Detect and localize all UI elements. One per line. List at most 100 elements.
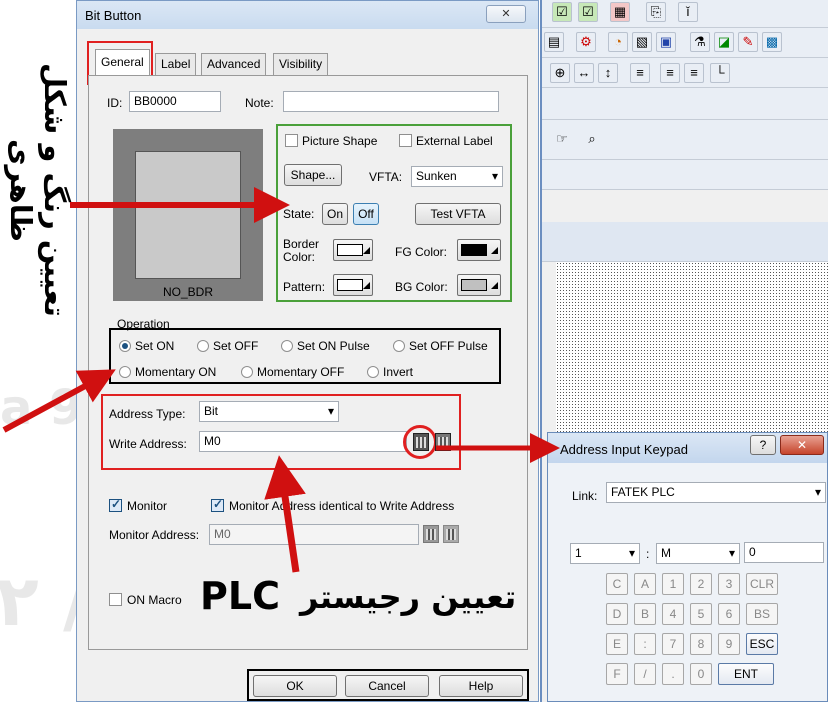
pattern-label: Pattern:	[283, 280, 326, 294]
device-select[interactable]: M	[656, 543, 740, 564]
keypad-help-button[interactable]: ?	[750, 435, 776, 455]
key-6[interactable]: 6	[718, 603, 740, 625]
picture-shape-label: Picture Shape	[302, 134, 378, 148]
toolbar-icon[interactable]: ⎘	[646, 2, 666, 22]
key-x[interactable]: .	[662, 663, 684, 685]
tab-advanced[interactable]: Advanced	[201, 53, 267, 75]
key-2[interactable]: 2	[690, 573, 712, 595]
toolbar-icon[interactable]: ☞	[552, 130, 572, 150]
keypad-titlebar: Address Input Keypad ? ✕	[548, 433, 827, 463]
address-type-select[interactable]: Bit	[199, 401, 339, 422]
tag-icon[interactable]	[435, 433, 451, 451]
panel-header	[542, 222, 828, 262]
write-address-field[interactable]: M0	[199, 431, 407, 452]
radio-set-on-pulse[interactable]	[281, 340, 293, 352]
key-ent[interactable]: ENT	[718, 663, 774, 685]
radio-momentary-on[interactable]	[119, 366, 131, 378]
keypad-title: Address Input Keypad	[560, 442, 688, 457]
station-select[interactable]: 1	[570, 543, 640, 564]
toolbar-icon[interactable]: ⊕	[550, 63, 570, 83]
toolbar-icon[interactable]: ◔	[608, 32, 628, 52]
key-4[interactable]: 4	[662, 603, 684, 625]
keypad-close-button[interactable]: ✕	[780, 435, 824, 455]
key-7[interactable]: 7	[662, 633, 684, 655]
shape-button[interactable]: Shape...	[284, 164, 342, 186]
toolbar-icon[interactable]: └	[710, 63, 730, 83]
key-esc[interactable]: ESC	[746, 633, 778, 655]
monitor-label: Monitor	[127, 499, 168, 513]
toolbar-icon[interactable]: ≡	[660, 63, 680, 83]
key-d[interactable]: D	[606, 603, 628, 625]
monitor-address-field: M0	[209, 524, 419, 545]
key-x[interactable]: :	[634, 633, 656, 655]
key-f[interactable]: F	[606, 663, 628, 685]
toolbar-icon[interactable]: ◪	[714, 32, 734, 52]
id-field[interactable]: BB0000	[129, 91, 221, 112]
border-color-label: Border Color:	[283, 237, 320, 264]
key-0[interactable]: 0	[690, 663, 712, 685]
toolbar-icon[interactable]: ↔	[574, 63, 594, 83]
toolbar-icon[interactable]: ⚙	[576, 32, 596, 52]
close-button[interactable]: ✕	[486, 5, 526, 23]
state-off-button[interactable]: Off	[353, 203, 379, 225]
key-b[interactable]: B	[634, 603, 656, 625]
note-field[interactable]	[283, 91, 499, 112]
toolbar-icon[interactable]: ▤	[544, 32, 564, 52]
radio-set-on[interactable]	[119, 340, 131, 352]
radio-set-off-pulse[interactable]	[393, 340, 405, 352]
external-label-checkbox[interactable]	[399, 134, 412, 147]
tab-label[interactable]: Label	[155, 53, 197, 75]
fg-color-button[interactable]	[457, 239, 501, 261]
toolbar-icon[interactable]: ≡	[630, 63, 650, 83]
tag-icon-disabled	[443, 525, 459, 543]
test-vfta-button[interactable]: Test VFTA	[415, 203, 501, 225]
toolbar-icon[interactable]: ✎	[738, 32, 758, 52]
toolbar-icon[interactable]: ≡	[684, 63, 704, 83]
key-clr[interactable]: CLR	[746, 573, 778, 595]
write-address-label: Write Address:	[109, 437, 187, 451]
on-macro-checkbox[interactable]	[109, 593, 122, 606]
link-label: Link:	[572, 489, 598, 503]
radio-set-off[interactable]	[197, 340, 209, 352]
link-select[interactable]: FATEK PLC	[606, 482, 826, 503]
toolbar-icon[interactable]: ǐ	[678, 2, 698, 22]
toolbar-icon[interactable]: ▧	[632, 32, 652, 52]
dropdown-arrow-icon	[491, 282, 498, 289]
address-separator: :	[646, 547, 650, 561]
toolbar-icon[interactable]: ☑	[578, 2, 598, 22]
key-3[interactable]: 3	[718, 573, 740, 595]
toolbar-icon[interactable]: ▦	[610, 2, 630, 22]
monitor-identical-checkbox[interactable]	[211, 497, 224, 512]
preview-caption: NO_BDR	[162, 285, 213, 299]
design-canvas[interactable]	[556, 262, 828, 437]
toolbar-icon[interactable]: ↕	[598, 63, 618, 83]
key-9[interactable]: 9	[718, 633, 740, 655]
address-value-field[interactable]: 0	[744, 542, 824, 563]
vfta-select[interactable]: Sunken	[411, 166, 503, 187]
picture-shape-checkbox[interactable]	[285, 134, 298, 147]
dropdown-arrow-icon	[363, 282, 370, 289]
keypad-icon-disabled	[423, 525, 439, 543]
radio-momentary-off[interactable]	[241, 366, 253, 378]
pattern-button[interactable]	[333, 274, 373, 296]
key-x[interactable]: /	[634, 663, 656, 685]
state-on-button[interactable]: On	[322, 203, 348, 225]
border-color-button[interactable]	[333, 239, 373, 261]
toolbar-icon[interactable]: ▩	[762, 32, 782, 52]
operation-label: Momentary OFF	[257, 365, 345, 379]
key-e[interactable]: E	[606, 633, 628, 655]
tab-visibility[interactable]: Visibility	[273, 53, 329, 75]
key-bs[interactable]: BS	[746, 603, 778, 625]
key-1[interactable]: 1	[662, 573, 684, 595]
toolbar-icon[interactable]: ⌕	[582, 130, 602, 150]
key-a[interactable]: A	[634, 573, 656, 595]
toolbar-icon[interactable]: ☑	[552, 2, 572, 22]
toolbar-icon[interactable]: ▣	[656, 32, 676, 52]
monitor-checkbox[interactable]	[109, 497, 122, 512]
key-c[interactable]: C	[606, 573, 628, 595]
key-5[interactable]: 5	[690, 603, 712, 625]
toolbar-icon[interactable]: ⚗	[690, 32, 710, 52]
bg-color-button[interactable]	[457, 274, 501, 296]
radio-invert[interactable]	[367, 366, 379, 378]
key-8[interactable]: 8	[690, 633, 712, 655]
